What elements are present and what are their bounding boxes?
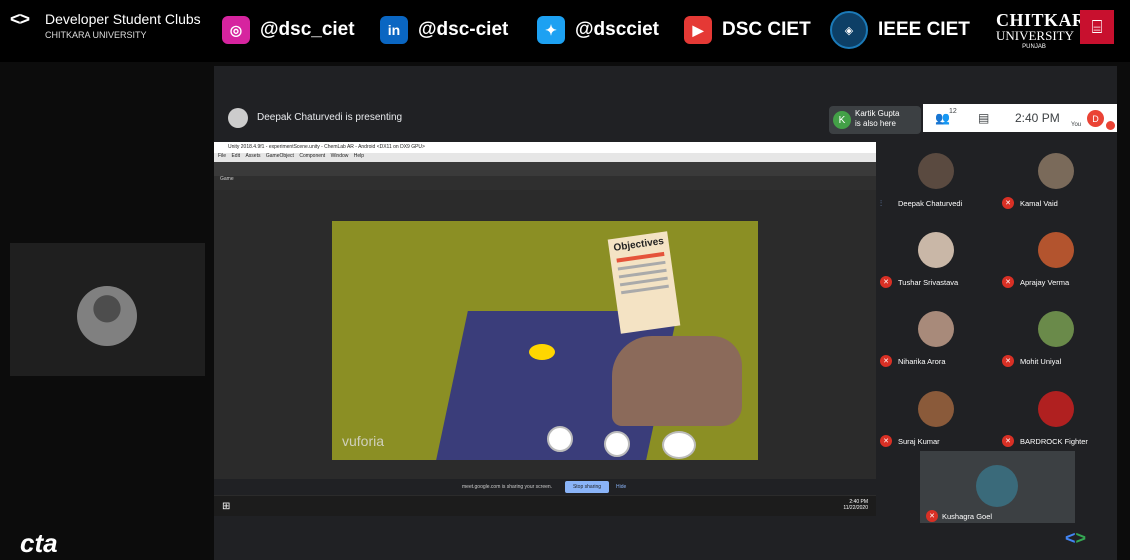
participant-name: Aprajay Verma <box>1020 278 1070 287</box>
mic-off-icon: ✕ <box>880 435 892 447</box>
mic-off-icon: ✕ <box>880 355 892 367</box>
chat-icon[interactable]: ▤ <box>978 111 989 125</box>
beaker-1 <box>547 426 573 452</box>
chitkara-emblem-icon: ⌸ <box>1080 10 1114 44</box>
presenter-bar: Deepak Chaturvedi is presenting <box>214 100 874 138</box>
shared-screen: Unity 2018.4.9f1 - experimentScene.unity… <box>214 142 876 516</box>
participant-name: Kamal Vaid <box>1020 199 1058 208</box>
avatar <box>976 465 1018 507</box>
participant-tile[interactable]: ✕ Mohit Uniyal <box>996 311 1116 383</box>
dsc-logo-icon: <> <box>10 9 30 29</box>
tab-game[interactable]: Game <box>214 176 876 190</box>
meeting-time: 2:40 PM <box>1015 111 1060 125</box>
also-here-notice: K Kartik Gupta is also here <box>829 106 921 134</box>
presenter-avatar <box>228 108 248 128</box>
mic-off-icon: ✕ <box>1002 435 1014 447</box>
twitter-handle: ✦ @dscciet <box>537 14 659 46</box>
chitkara-logo: CHITKARA UNIVERSITY PUNJAB ⌸ <box>996 10 1114 50</box>
windows-taskbar: ⊞ 2:40 PM 11/22/2020 <box>214 496 876 516</box>
instagram-handle: ◎ @dsc_ciet <box>222 14 355 46</box>
participant-tile[interactable]: ✕ Tushar Srivastava <box>876 232 996 304</box>
sharing-bar: meet.google.com is sharing your screen. … <box>214 479 876 495</box>
menu-item-file[interactable]: File <box>218 153 226 159</box>
mic-off-icon: ✕ <box>880 276 892 288</box>
instagram-icon: ◎ <box>222 16 250 44</box>
self-avatar[interactable]: D <box>1087 110 1104 127</box>
mic-off-icon: ✕ <box>1002 197 1014 209</box>
burner-flame <box>529 344 555 360</box>
participants-count: 12 <box>949 108 957 115</box>
meet-top-controls: 👥 12 ▤ 2:40 PM You D <box>923 104 1117 132</box>
beaker-3 <box>662 431 696 459</box>
avatar <box>77 286 137 346</box>
avatar <box>918 232 954 268</box>
mic-off-icon: ✕ <box>1002 355 1014 367</box>
people-icon[interactable]: 👥 <box>935 111 950 125</box>
hide-button[interactable]: Hide <box>616 484 626 490</box>
sharing-message: meet.google.com is sharing your screen. <box>462 484 553 490</box>
participant-tile[interactable]: ✕ Kamal Vaid <box>996 153 1116 225</box>
status-badge <box>1106 121 1115 130</box>
hand-image <box>612 336 742 426</box>
participant-name: BARDROCK Fighter <box>1020 437 1088 446</box>
beaker-2 <box>604 431 630 457</box>
dsc-title: Developer Student Clubs <box>45 11 201 27</box>
google-dev-logo-icon: <> <box>1065 528 1087 548</box>
menu-item-gameobject[interactable]: GameObject <box>266 153 294 159</box>
participant-name: Mohit Uniyal <box>1020 357 1062 366</box>
participant-name: Suraj Kumar <box>898 437 940 446</box>
avatar <box>1038 232 1074 268</box>
menu-item-assets[interactable]: Assets <box>245 153 260 159</box>
ar-game-view: Objectives vuforia <box>332 221 758 460</box>
taskbar-clock: 2:40 PM 11/22/2020 <box>843 499 868 511</box>
you-label: You <box>1071 122 1082 128</box>
stop-sharing-button[interactable]: Stop sharing <box>565 481 609 493</box>
participant-name: Niharika Arora <box>898 357 946 366</box>
youtube-icon: ▶ <box>684 16 712 44</box>
participant-name: Deepak Chaturvedi <box>898 199 963 208</box>
unity-title-bar: Unity 2018.4.9f1 - experimentScene.unity… <box>214 142 876 153</box>
participant-tile[interactable]: ✕ Aprajay Verma <box>996 232 1116 304</box>
unity-menu-bar: File Edit Assets GameObject Component Wi… <box>214 153 876 162</box>
speaking-indicator-icon: ⫶ <box>880 199 882 208</box>
participant-name: Tushar Srivastava <box>898 278 959 287</box>
participant-name: Kushagra Goel <box>942 512 993 521</box>
twitter-icon: ✦ <box>537 16 565 44</box>
dsc-subtitle: CHITKARA UNIVERSITY <box>45 30 147 40</box>
cta-logo: cta <box>20 528 58 558</box>
menu-item-help[interactable]: Help <box>354 153 364 159</box>
menu-item-component[interactable]: Component <box>299 153 325 159</box>
objectives-card: Objectives <box>607 231 681 334</box>
vuforia-watermark: vuforia <box>342 433 385 449</box>
participant-tile[interactable]: ⫶ Deepak Chaturvedi <box>876 153 996 225</box>
linkedin-icon: in <box>380 16 408 44</box>
linkedin-handle: in @dsc-ciet <box>380 14 508 46</box>
menu-item-window[interactable]: Window <box>331 153 349 159</box>
ieee-logo-icon: ◈ <box>830 11 868 49</box>
windows-start-icon[interactable]: ⊞ <box>222 501 230 512</box>
avatar <box>918 311 954 347</box>
avatar <box>918 391 954 427</box>
avatar <box>1038 153 1074 189</box>
avatar: K <box>833 111 851 129</box>
youtube-handle: ▶ DSC CIET <box>684 14 811 46</box>
avatar <box>1038 311 1074 347</box>
participant-tile[interactable]: ✕ Niharika Arora <box>876 311 996 383</box>
ieee-handle: ◈ IEEE CIET <box>830 11 970 49</box>
presenter-text: Deepak Chaturvedi is presenting <box>257 112 403 123</box>
avatar <box>918 153 954 189</box>
top-banner: <> Developer Student Clubs CHITKARA UNIV… <box>0 0 1130 62</box>
mic-off-icon: ✕ <box>1002 276 1014 288</box>
left-camera-tile <box>10 243 205 376</box>
mic-off-icon: ✕ <box>926 510 938 522</box>
menu-item-edit[interactable]: Edit <box>231 153 240 159</box>
unity-toolbar <box>214 162 876 176</box>
participant-tile[interactable]: ✕ Kushagra Goel <box>920 451 1075 523</box>
avatar <box>1038 391 1074 427</box>
